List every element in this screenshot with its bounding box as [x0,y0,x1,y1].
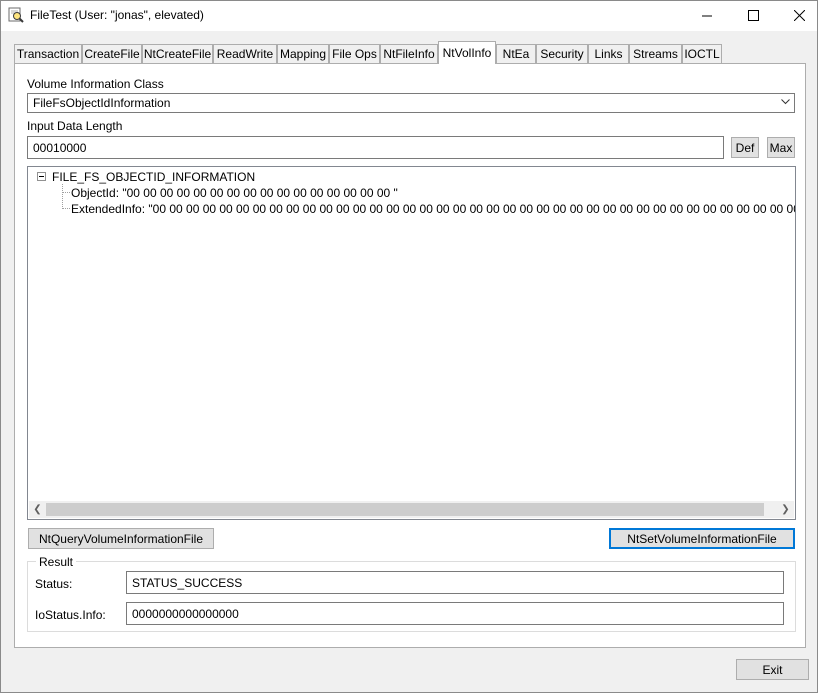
tab-mapping[interactable]: Mapping [277,44,329,63]
nt-query-volume-info-button[interactable]: NtQueryVolumeInformationFile [28,528,214,549]
input-data-length-label: Input Data Length [27,119,123,133]
nt-set-volume-info-button[interactable]: NtSetVolumeInformationFile [609,528,795,549]
tab-security[interactable]: Security [536,44,588,63]
app-icon [8,7,24,23]
iostatus-info-label: IoStatus.Info: [35,608,106,622]
status-label: Status: [35,577,73,591]
tree-connector [63,208,70,209]
tree-node-objectid[interactable]: ObjectId: "00 00 00 00 00 00 00 00 00 00… [71,186,398,200]
tab-createfile[interactable]: CreateFile [82,44,142,63]
chevron-down-icon [781,99,790,105]
horizontal-scrollbar[interactable]: ❮ ❯ [29,501,794,518]
maximize-icon [747,10,759,21]
result-tree-view[interactable]: FILE_FS_OBJECTID_INFORMATION ObjectId: "… [27,166,796,520]
close-icon [793,10,805,21]
title-bar: FileTest (User: "jonas", elevated) [0,0,818,31]
def-button[interactable]: Def [731,137,759,158]
iostatus-info-field[interactable]: 0000000000000000 [126,602,784,625]
tab-streams[interactable]: Streams [629,44,682,63]
tab-file-ops[interactable]: File Ops [329,44,380,63]
status-field[interactable]: STATUS_SUCCESS [126,571,784,594]
volume-info-class-combo[interactable]: FileFsObjectIdInformation [27,93,795,113]
scrollbar-thumb[interactable] [46,503,764,516]
volume-info-class-value: FileFsObjectIdInformation [33,96,171,110]
scroll-right-icon[interactable]: ❯ [777,501,794,518]
tab-ntfileinfo[interactable]: NtFileInfo [380,44,438,63]
collapse-icon[interactable] [37,172,46,181]
max-button[interactable]: Max [767,137,795,158]
tab-ntea[interactable]: NtEa [496,44,536,63]
tab-ntvolinfo[interactable]: NtVolInfo [438,41,496,64]
result-group-title: Result [36,555,77,569]
maximize-button[interactable] [730,0,776,31]
tree-root-node[interactable]: FILE_FS_OBJECTID_INFORMATION [52,170,255,184]
volume-info-class-label: Volume Information Class [27,77,164,91]
tab-ntcreatefile[interactable]: NtCreateFile [142,44,213,63]
minimize-icon [702,15,712,16]
input-data-length-field[interactable]: 00010000 [27,136,724,159]
tree-node-extendedinfo[interactable]: ExtendedInfo: "00 00 00 00 00 00 00 00 0… [71,202,795,216]
minimize-button[interactable] [684,0,730,31]
exit-button[interactable]: Exit [736,659,809,680]
tab-ioctl[interactable]: IOCTL [682,44,722,63]
window-title: FileTest (User: "jonas", elevated) [30,8,204,22]
close-button[interactable] [776,0,818,31]
tab-transaction[interactable]: Transaction [14,44,82,63]
tab-readwrite[interactable]: ReadWrite [213,44,277,63]
tree-connector [62,184,63,209]
tab-links[interactable]: Links [588,44,629,63]
scroll-left-icon[interactable]: ❮ [29,501,46,518]
tree-connector [63,192,70,193]
